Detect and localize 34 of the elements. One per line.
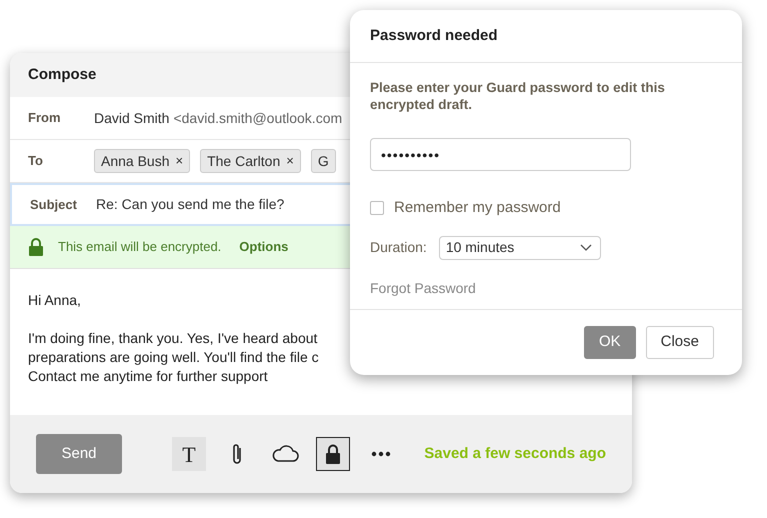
checkbox-label: Remember my password — [394, 198, 561, 218]
sender-address: <david.smith@outlook.com — [173, 108, 342, 128]
options-link[interactable]: Options — [239, 237, 288, 257]
field-label: From — [28, 109, 62, 128]
body-text-line: preparations are going well. You'll find the file c — [28, 348, 319, 367]
lock-icon — [28, 238, 44, 256]
lock-icon[interactable] — [316, 437, 350, 471]
body-text-line: Hi Anna, — [28, 291, 81, 310]
duration-dropdown[interactable]: 10 minutes — [438, 236, 601, 260]
remove-icon[interactable]: × — [176, 151, 184, 171]
field-label: To — [28, 152, 44, 170]
encryption-message: This email will be encrypted. — [58, 238, 222, 256]
forgot-password-link[interactable]: Forgot Password — [370, 278, 476, 298]
window-title: Compose — [28, 64, 96, 85]
checkbox[interactable] — [370, 201, 384, 216]
recipient-chip[interactable]: G — [310, 149, 336, 173]
subject-text: Re: Can you send me the file? — [96, 195, 284, 214]
text-format-button[interactable]: T — [172, 437, 206, 471]
close-button[interactable]: Close — [646, 326, 714, 359]
body-text-line: I'm doing fine, thank you. Yes, I've heard about — [28, 329, 318, 348]
send-button[interactable]: Send — [36, 434, 122, 474]
save-status: Saved a few seconds ago — [424, 444, 606, 464]
remove-icon[interactable]: × — [286, 151, 294, 171]
dialog-message: Please enter your Guard password to edit this encrypted draft. — [370, 79, 666, 113]
recipient-chip[interactable]: The Carlton × — [200, 149, 301, 173]
body-text-line: Contact me anytime for further support — [28, 367, 268, 386]
ok-button[interactable]: OK — [584, 326, 636, 359]
chevron-down-icon — [580, 244, 592, 251]
recipient-chip[interactable]: Anna Bush × — [94, 149, 190, 173]
dialog-title: Password needed — [370, 26, 498, 46]
password-field[interactable]: •••••••••• — [370, 138, 631, 171]
field-label: Subject — [30, 196, 78, 214]
field-label: Duration: — [370, 238, 427, 257]
sender-name: David Smith — [94, 108, 170, 128]
